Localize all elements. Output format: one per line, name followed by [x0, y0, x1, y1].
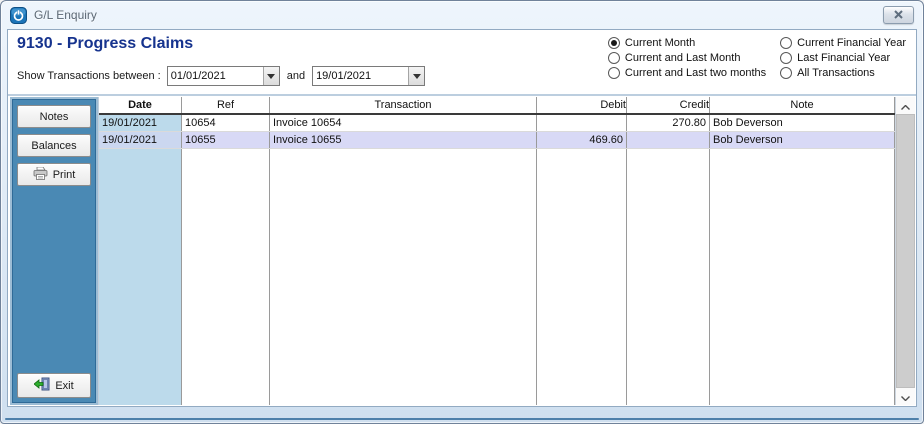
radio-option[interactable]: All Transactions	[780, 67, 906, 79]
date-from-dropdown-arrow-icon[interactable]	[262, 67, 279, 85]
scrollbar-track[interactable]	[896, 114, 915, 388]
table-row[interactable]: 19/01/2021 10655 Invoice 10655 469.60 Bob De…	[99, 132, 895, 149]
scroll-up-button[interactable]	[896, 97, 915, 114]
column-header-credit: Credit	[627, 97, 710, 113]
table-body: 19/01/2021 10654 Invoice 10654 270.80 Bob De…	[99, 115, 895, 405]
exit-door-icon	[33, 377, 50, 394]
print-button[interactable]: Print	[17, 163, 91, 186]
page-title: 9130 - Progress Claims	[17, 35, 194, 52]
date-from-combo[interactable]	[166, 66, 280, 86]
balances-button-label: Balances	[31, 139, 77, 152]
empty-column-transaction	[270, 149, 537, 405]
header-section: 9130 - Progress Claims Show Transactions…	[8, 30, 916, 96]
exit-button-label: Exit	[55, 379, 74, 392]
cell-ref: 10654	[182, 115, 270, 131]
cell-transaction: Invoice 10654	[270, 115, 537, 131]
exit-button[interactable]: Exit	[17, 373, 91, 398]
main-section: Notes Balances Print Exit Date Ref Trans…	[8, 96, 916, 406]
radio-option-label: Current Month	[624, 37, 696, 49]
cell-note: Bob Deverson	[710, 132, 895, 148]
empty-column-credit	[627, 149, 710, 405]
empty-column-debit	[537, 149, 627, 405]
chevron-up-icon	[901, 97, 910, 115]
date-from-input[interactable]	[167, 70, 263, 82]
vertical-scrollbar[interactable]	[895, 97, 915, 405]
empty-column-date	[99, 149, 182, 405]
cell-date: 19/01/2021	[99, 115, 182, 131]
radio-unselected-icon[interactable]	[780, 67, 793, 79]
gl-enquiry-window: G/L Enquiry 9130 - Progress Claims Show …	[0, 0, 924, 424]
empty-column-note	[710, 149, 895, 405]
radio-option-label: Current Financial Year	[797, 37, 906, 49]
radio-unselected-icon[interactable]	[607, 67, 620, 79]
cell-ref: 10655	[182, 132, 270, 148]
cell-note: Bob Deverson	[710, 115, 895, 131]
radio-unselected-icon[interactable]	[780, 52, 793, 64]
date-to-combo[interactable]	[312, 66, 426, 86]
period-radio-group: Current Month Current and Last Month Curre…	[607, 37, 906, 79]
radio-option-label: All Transactions	[797, 67, 875, 79]
radio-option-label: Current and Last two months	[624, 67, 767, 79]
date-filter-row: Show Transactions between : and	[17, 66, 426, 86]
table-header-row: Date Ref Transaction Debit Credit Note	[99, 97, 895, 115]
notes-button-label: Notes	[39, 110, 69, 123]
balances-button[interactable]: Balances	[17, 134, 91, 157]
cell-credit	[627, 132, 710, 148]
radio-selected-icon[interactable]	[607, 37, 620, 49]
notes-button[interactable]: Notes	[17, 105, 91, 128]
dialog-content: 9130 - Progress Claims Show Transactions…	[7, 29, 917, 407]
window-title: G/L Enquiry	[34, 8, 97, 22]
power-icon	[10, 6, 27, 24]
radio-option-label: Last Financial Year	[797, 52, 891, 64]
radio-unselected-icon[interactable]	[607, 52, 620, 64]
print-button-label: Print	[52, 168, 76, 181]
column-header-note: Note	[710, 97, 895, 113]
cell-transaction: Invoice 10655	[270, 132, 537, 148]
column-header-debit: Debit	[537, 97, 627, 113]
bottom-frame-line	[5, 418, 919, 420]
radio-option[interactable]: Current and Last Month	[607, 52, 766, 64]
radio-option[interactable]: Last Financial Year	[780, 52, 906, 64]
scroll-down-button[interactable]	[896, 388, 915, 405]
radio-option[interactable]: Current Month	[607, 37, 766, 49]
close-button[interactable]	[883, 6, 914, 24]
conjunction-label: and	[286, 70, 306, 82]
table-empty-area	[99, 149, 895, 405]
column-header-ref: Ref	[182, 97, 270, 113]
cell-credit: 270.80	[627, 115, 710, 131]
cell-date: 19/01/2021	[99, 132, 182, 148]
close-icon	[894, 6, 903, 24]
column-header-transaction: Transaction	[270, 97, 537, 113]
transactions-table: Date Ref Transaction Debit Credit Note 19/01/…	[98, 97, 895, 405]
empty-column-ref	[182, 149, 270, 405]
date-to-dropdown-arrow-icon[interactable]	[408, 67, 425, 85]
cell-debit	[537, 115, 627, 131]
printer-icon	[33, 166, 48, 183]
radio-option-label: Current and Last Month	[624, 52, 741, 64]
chevron-down-icon	[901, 388, 910, 406]
radio-option[interactable]: Current and Last two months	[607, 67, 767, 79]
table-row[interactable]: 19/01/2021 10654 Invoice 10654 270.80 Bob De…	[99, 115, 895, 132]
filter-label: Show Transactions between :	[17, 70, 161, 82]
scrollbar-thumb[interactable]	[896, 114, 915, 388]
radio-option[interactable]: Current Financial Year	[780, 37, 906, 49]
radio-column-0: Current Month Current and Last Month Curre…	[607, 37, 767, 79]
title-bar: G/L Enquiry	[1, 1, 923, 29]
sidebar: Notes Balances Print Exit	[10, 97, 98, 405]
cell-debit: 469.60	[537, 132, 627, 148]
radio-unselected-icon[interactable]	[780, 37, 793, 49]
column-header-date: Date	[99, 97, 182, 113]
radio-column-1: Current Financial Year Last Financial Yea…	[780, 37, 906, 79]
date-to-input[interactable]	[313, 70, 409, 82]
